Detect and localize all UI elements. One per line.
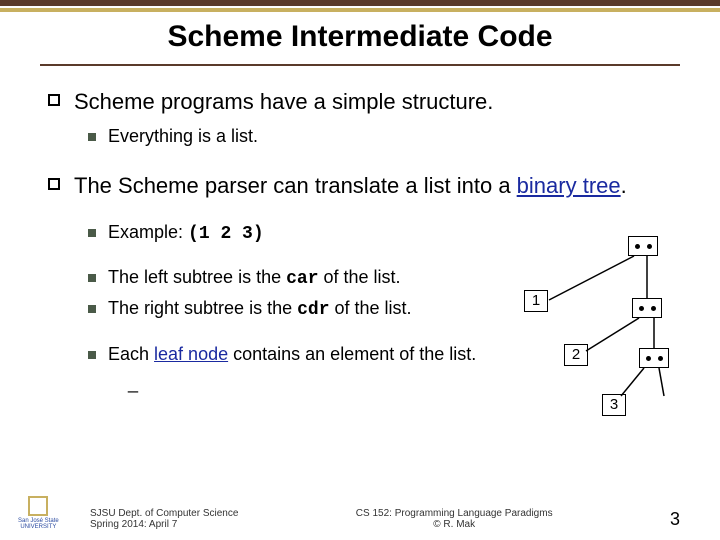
term-binary-tree: binary tree: [517, 173, 621, 198]
bullet-2b-text: The left subtree is the car of the list.: [108, 266, 401, 291]
term-leaf-node: leaf node: [154, 344, 228, 364]
bullet-2d-sub-text: _: [128, 372, 138, 395]
slide: Scheme Intermediate Code Scheme programs…: [0, 0, 720, 540]
bullet-2d-post: contains an element of the list.: [228, 344, 476, 364]
binary-tree-diagram: 1 2 3: [514, 236, 684, 446]
dot-icon: [651, 306, 656, 311]
tree-leaf-1: 1: [524, 290, 548, 312]
header-accent: [0, 0, 720, 12]
footer: SJSU Dept. of Computer Science Spring 20…: [0, 508, 720, 530]
spacer: [48, 154, 672, 164]
bullet-2c-text: The right subtree is the cdr of the list…: [108, 297, 412, 322]
bullet-2-pre: The Scheme parser can translate a list i…: [74, 173, 517, 198]
bullet-2d-pre: Each: [108, 344, 154, 364]
footer-copyright: © R. Mak: [356, 519, 553, 530]
square-open-icon: [48, 178, 60, 190]
footer-course: CS 152: Programming Language Paradigms: [356, 508, 553, 519]
dot-icon: [658, 356, 663, 361]
dot-icon: [639, 306, 644, 311]
square-open-icon: [48, 94, 60, 106]
square-fill-icon: [88, 305, 96, 313]
footer-date: Spring 2014: April 7: [90, 519, 238, 530]
bullet-2c-post: of the list.: [330, 298, 412, 318]
title-wrap: Scheme Intermediate Code: [0, 12, 720, 58]
bullet-2a-pre: Example:: [108, 222, 188, 242]
code-example: (1 2 3): [188, 224, 264, 244]
footer-dept: SJSU Dept. of Computer Science: [90, 508, 238, 519]
content-area: Scheme programs have a simple structure.…: [0, 66, 720, 396]
bullet-1: Scheme programs have a simple structure.: [48, 88, 672, 117]
tree-edges: [514, 236, 684, 446]
dot-icon: [635, 244, 640, 249]
tree-node-2: [632, 298, 662, 318]
dot-icon: [646, 356, 651, 361]
square-fill-icon: [88, 274, 96, 282]
tree-leaf-2: 2: [564, 344, 588, 366]
tree-node-3: [639, 348, 669, 368]
square-fill-icon: [88, 351, 96, 359]
tree-leaf-3: 3: [602, 394, 626, 416]
bullet-2b-post: of the list.: [319, 267, 401, 287]
bullet-1a-text: Everything is a list.: [108, 125, 258, 148]
square-fill-icon: [88, 133, 96, 141]
dot-icon: [647, 244, 652, 249]
bullet-2-text: The Scheme parser can translate a list i…: [74, 172, 627, 201]
bullet-2b-pre: The left subtree is the: [108, 267, 286, 287]
footer-center: CS 152: Programming Language Paradigms ©…: [356, 508, 553, 530]
bullet-1a: Everything is a list.: [88, 125, 672, 148]
footer-left: SJSU Dept. of Computer Science Spring 20…: [90, 508, 238, 530]
bullet-1-text: Scheme programs have a simple structure.: [74, 88, 493, 117]
spacer: [48, 209, 672, 215]
bullet-2a-text: Example: (1 2 3): [108, 221, 264, 246]
bullet-2-post: .: [621, 173, 627, 198]
code-cdr: cdr: [297, 300, 329, 320]
stripe-gold: [0, 8, 720, 12]
slide-title: Scheme Intermediate Code: [40, 20, 680, 54]
bullet-2d-text: Each leaf node contains an element of th…: [108, 343, 476, 366]
page-number: 3: [670, 509, 680, 530]
bullet-2: The Scheme parser can translate a list i…: [48, 172, 672, 201]
bullet-2c-pre: The right subtree is the: [108, 298, 297, 318]
tree-node-root: [628, 236, 658, 256]
code-car: car: [286, 269, 318, 289]
square-fill-icon: [88, 229, 96, 237]
